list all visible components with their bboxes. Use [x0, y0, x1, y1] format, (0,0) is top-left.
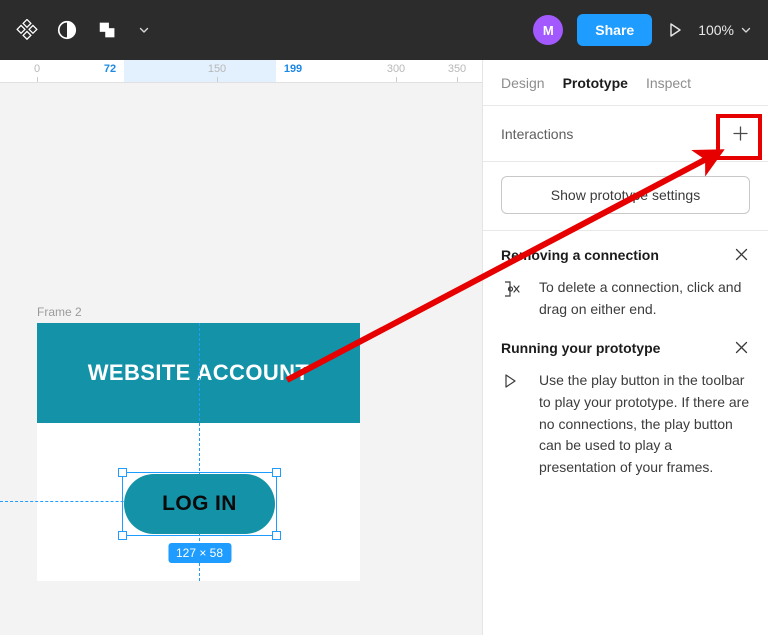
resize-handle-bottom-left[interactable]	[118, 531, 127, 540]
tab-prototype[interactable]: Prototype	[563, 75, 628, 91]
tab-inspect[interactable]: Inspect	[646, 75, 691, 91]
help-card-removing-connection: Removing a connection To delete a connec…	[483, 231, 768, 324]
help-card-text: Use the play button in the toolbar to pl…	[539, 372, 750, 476]
prototype-settings-section: Show prototype settings	[483, 162, 768, 231]
zoom-level-label: 100%	[698, 22, 734, 38]
help-card-header: Running your prototype	[501, 340, 750, 358]
zoom-chevron-down-icon	[741, 27, 751, 33]
tab-design[interactable]: Design	[501, 75, 545, 91]
dimensions-badge: 127 × 58	[167, 543, 232, 563]
panel-tabs: Design Prototype Inspect	[483, 60, 768, 106]
ruler-selection-range	[124, 60, 276, 82]
help-card-text: To delete a connection, click and drag o…	[539, 279, 742, 317]
play-icon[interactable]	[666, 21, 684, 39]
avatar[interactable]: M	[533, 15, 564, 45]
add-interaction-wrapper	[730, 124, 750, 144]
toolbar-right-controls: M Share 100%	[533, 0, 768, 60]
show-prototype-settings-button[interactable]: Show prototype settings	[501, 176, 750, 214]
ruler-label-199: 199	[283, 63, 303, 75]
ruler-label-72: 72	[103, 63, 117, 75]
close-icon[interactable]	[732, 247, 750, 265]
help-card-body: Use the play button in the toolbar to pl…	[501, 370, 750, 478]
shape-tool-dropdown-chevron-down-icon[interactable]	[138, 24, 150, 36]
shape-tool-icon[interactable]	[96, 19, 120, 41]
help-card-header: Removing a connection	[501, 247, 750, 265]
ruler-label-0: 0	[33, 63, 41, 75]
ruler-tick	[396, 77, 397, 82]
figma-logo-icon[interactable]	[16, 19, 38, 41]
ruler-label-300: 300	[386, 63, 406, 75]
top-toolbar: M Share 100%	[0, 0, 768, 60]
close-icon[interactable]	[732, 340, 750, 358]
toolbar-left-tools	[0, 19, 150, 41]
share-button[interactable]: Share	[577, 14, 653, 46]
zoom-control[interactable]: 100%	[698, 22, 752, 38]
figma-prototype-window: M Share 100% 0 72 150 199 300 350 Frame 2	[0, 0, 768, 635]
selection-bounding-box: 127 × 58	[118, 468, 281, 563]
help-card-running-prototype: Running your prototype Use the play butt…	[483, 324, 768, 482]
right-properties-panel: Design Prototype Inspect Interactions Sh…	[482, 60, 768, 635]
remove-connection-icon	[501, 277, 525, 304]
interactions-section-header: Interactions	[483, 106, 768, 162]
ruler-label-150: 150	[207, 63, 227, 75]
play-icon	[501, 370, 525, 395]
add-interaction-plus-icon[interactable]	[730, 124, 750, 144]
ruler-tick	[217, 77, 218, 82]
ruler-label-350: 350	[447, 63, 467, 75]
resize-handle-bottom-right[interactable]	[272, 531, 281, 540]
horizontal-ruler[interactable]: 0 72 150 199 300 350	[0, 60, 482, 83]
ruler-tick	[457, 77, 458, 82]
ruler-tick	[37, 77, 38, 82]
mask-tool-icon[interactable]	[56, 19, 78, 41]
design-canvas[interactable]: Frame 2 WEBSITE ACCOUNT LOG IN 127 × 58	[0, 83, 482, 635]
help-card-body: To delete a connection, click and drag o…	[501, 277, 750, 320]
help-card-title: Running your prototype	[501, 340, 661, 357]
frame-label[interactable]: Frame 2	[37, 305, 82, 319]
interactions-label: Interactions	[501, 125, 574, 142]
help-card-title: Removing a connection	[501, 247, 659, 263]
avatar-initial: M	[542, 22, 554, 38]
resize-handle-top-left[interactable]	[118, 468, 127, 477]
resize-handle-top-right[interactable]	[272, 468, 281, 477]
